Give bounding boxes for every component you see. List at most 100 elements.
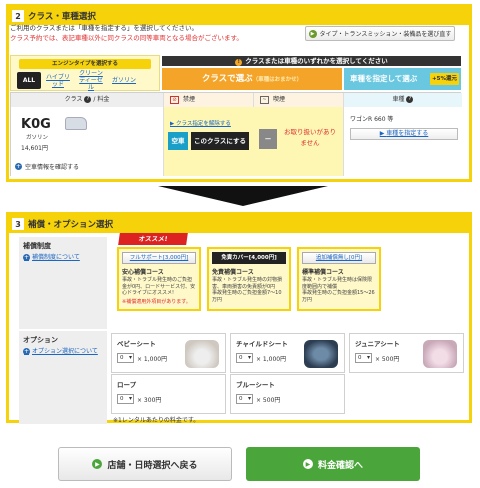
section-title: クラス・車種選択: [28, 12, 96, 22]
plan-standard[interactable]: 追加補償無し[0円] 標準補償コース 事故・トラブル発生時は保険限度範囲内で補償…: [297, 247, 381, 311]
quantity-select[interactable]: 0: [117, 394, 134, 404]
plan-full-support[interactable]: フルサポート[3,000円] 安心補償コース 事故・トラブル発生時のご負担金が0…: [117, 247, 201, 311]
plan-deductible-cover-button[interactable]: 免責カバー[4,000円]: [212, 252, 286, 264]
option-name: ベビーシート: [117, 340, 156, 348]
option-name: ロープ: [117, 381, 137, 389]
points-badge: +5%還元: [430, 73, 459, 85]
plan-description: 事故・トラブル発生時の対物損害、車両損害の免責額が0円: [212, 277, 283, 290]
specify-car-button[interactable]: ▶ 車種を指定する: [350, 128, 458, 140]
plan-note: 事故発生時のご負担金額7～10万円: [212, 290, 282, 303]
option-price: × 1,000円: [137, 356, 168, 363]
insurance-row: 補償制度 + 補償制度について オススメ! フルサポート[3,000円] 安心補…: [19, 233, 470, 329]
smoking-icon: ~: [260, 95, 269, 104]
reselect-type-button[interactable]: ▶ タイプ・トランスミッション・装備品を選び直す: [305, 26, 455, 41]
header-separator: /: [93, 96, 96, 103]
quantity-select[interactable]: 0: [117, 353, 134, 363]
option-name: ブルーシート: [236, 381, 275, 389]
no-smoking-icon: ⊘: [170, 95, 179, 104]
option-info-link[interactable]: + オプション選択について: [23, 348, 103, 356]
vehicle-info-label: 空車情報を確認する: [25, 164, 80, 171]
back-button[interactable]: ▶ 店舗・日時選択へ戻る: [58, 447, 232, 481]
option-child-seat: チャイルドシート 0 × 1,000円: [230, 333, 345, 373]
recommend-badge: オススメ!: [118, 233, 188, 245]
option-price: × 500円: [375, 356, 400, 363]
baby-seat-image: [185, 340, 219, 368]
option-info-label: オプション選択について: [32, 348, 98, 355]
class-tab-note: （車種はおまかせ）: [252, 77, 303, 83]
help-icon[interactable]: ?: [84, 96, 92, 103]
plus-icon: +: [23, 348, 30, 355]
arrow-circle-icon: ▶: [302, 459, 313, 469]
intro-line-2: クラス予約では、表記車種以外に同クラスの同等車両となる場合がございます。: [10, 34, 243, 42]
engine-option-diesel[interactable]: クリーンディーゼル: [75, 70, 107, 91]
header-class-fee: クラス ? / 料金: [11, 93, 163, 107]
section-number: 2: [12, 10, 24, 22]
fuel-type: ガソリン: [26, 135, 49, 141]
tab-car-select[interactable]: 車種を指定して選ぶ +5%還元: [344, 68, 461, 90]
header-car-model-label: 車種: [392, 96, 405, 103]
plan-note: ※補償適用外項目があります。: [122, 298, 191, 305]
class-table: クラス ? / 料金 ⊘ 禁煙 ~ 喫煙 車種 ? K0G ガソリン 14,601円…: [10, 92, 462, 176]
plan-full-support-button[interactable]: フルサポート[3,000円]: [122, 252, 196, 264]
quantity-select[interactable]: 0: [236, 394, 253, 404]
section-number: 3: [12, 218, 24, 230]
option-price: × 300円: [137, 397, 162, 404]
class-code: K0G: [21, 117, 51, 132]
select-banner: ! クラスまたは車種のいずれかを選択してください: [162, 56, 461, 66]
down-arrow-icon: [158, 186, 328, 206]
plan-deductible-cover[interactable]: 免責カバー[4,000円] 免責補償コース 事故・トラブル発生時の対物損害、車両…: [207, 247, 291, 311]
vehicle-info-link[interactable]: + 空車情報を確認する: [15, 162, 79, 171]
choose-class-button[interactable]: このクラスにする: [191, 132, 249, 150]
engine-type-box: エンジンタイプを選択する ALL ハイブリッド クリーンディーゼル ガソリン: [10, 55, 160, 91]
plan-description: 事故・トラブル発生時は保険限度範囲内で補償: [302, 277, 373, 290]
plan-name: 標準補償コース: [302, 269, 344, 276]
junior-seat-image: [423, 340, 457, 368]
header-fee-label: 料金: [97, 96, 110, 103]
plus-icon: +: [23, 254, 30, 261]
back-button-label: 店舗・日時選択へ戻る: [107, 460, 198, 471]
reselect-type-label: タイプ・トランスミッション・装備品を選び直す: [319, 31, 452, 38]
option-blue-sheet: ブルーシート 0 × 500円: [230, 374, 345, 414]
next-button-label: 料金確認へ: [317, 460, 363, 471]
insurance-info-link[interactable]: + 補償制度について: [23, 254, 103, 262]
quantity-select[interactable]: 0: [236, 353, 253, 363]
engine-option-hybrid[interactable]: ハイブリッド: [44, 72, 72, 89]
option-row: オプション + オプション選択について ベビーシート 0 × 1,000円 チャ…: [19, 331, 470, 424]
specify-car-label: 車種を指定する: [386, 130, 429, 137]
cancel-class-link[interactable]: ▶ クラス指定を解除する: [170, 119, 231, 127]
option-label-cell: オプション + オプション選択について: [19, 331, 107, 424]
plan-standard-button[interactable]: 追加補償無し[0円]: [302, 252, 376, 264]
class-select-cell: ▶ クラス指定を解除する 空車 このクラスにする － お取り扱いがありません: [163, 107, 343, 176]
option-price: × 500円: [256, 397, 281, 404]
help-icon[interactable]: ?: [406, 96, 414, 103]
next-button[interactable]: ▶ 料金確認へ: [246, 447, 420, 481]
header-smoking: ~ 喫煙: [253, 93, 343, 107]
plus-icon: +: [15, 163, 22, 170]
insurance-info-label: 補償制度について: [32, 254, 80, 261]
car-tab-label: 車種を指定して選ぶ: [350, 74, 418, 83]
quantity-select[interactable]: 0: [355, 353, 372, 363]
option-name: チャイルドシート: [236, 340, 288, 348]
option-note: ※1レンタルあたりの料金です。: [113, 417, 200, 424]
header-car-model: 車種 ?: [343, 93, 462, 107]
tab-class-select[interactable]: クラスで選ぶ（車種はおまかせ）: [162, 68, 342, 90]
circle-arrow-icon: ▶: [308, 29, 317, 38]
class-price: 14,601円: [21, 145, 48, 152]
table-header: クラス ? / 料金 ⊘ 禁煙 ~ 喫煙 車種 ?: [11, 93, 462, 107]
header-smoking-label: 喫煙: [273, 96, 286, 103]
insurance-option-section: 3 補償・オプション選択 補償制度 + 補償制度について オススメ! フルサポー…: [6, 212, 472, 424]
availability-badge: 空車: [168, 132, 188, 150]
car-model-cell: ワゴンR 660 等 ▶ 車種を指定する: [343, 107, 462, 176]
smoking-unavailable-box: －: [259, 129, 277, 149]
engine-option-all[interactable]: ALL: [17, 72, 41, 89]
plan-note: 事故発生時のご負担金額15～26万円: [302, 290, 375, 303]
cancel-class-label: クラス指定を解除する: [175, 121, 231, 127]
plan-name: 免責補償コース: [212, 269, 254, 276]
insurance-label-cell: 補償制度 + 補償制度について: [19, 237, 107, 329]
intro-line-1: ご利用のクラスまたは「車種を指定する」を選択してください。: [10, 24, 198, 32]
engine-option-gasoline[interactable]: ガソリン: [110, 72, 138, 89]
option-rope: ロープ 0 × 300円: [111, 374, 226, 414]
arrow-circle-icon: ▶: [92, 459, 103, 469]
select-banner-text: クラスまたは車種のいずれかを選択してください: [245, 57, 388, 65]
class-info-cell: K0G ガソリン 14,601円 + 空車情報を確認する: [11, 107, 163, 176]
